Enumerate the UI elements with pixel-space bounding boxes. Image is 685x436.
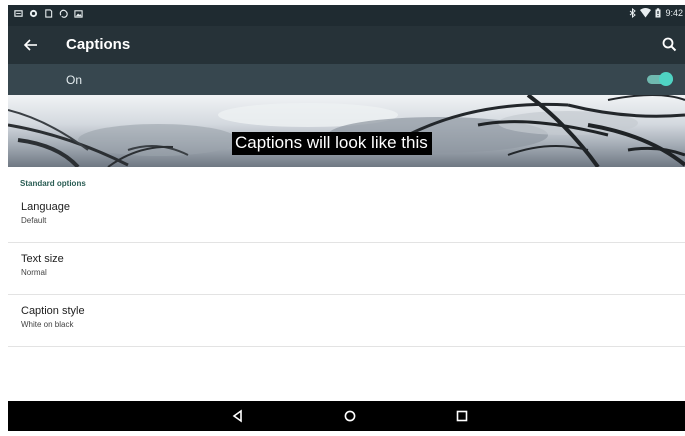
status-time: 9:42 <box>665 8 683 18</box>
record-icon <box>29 9 38 18</box>
sd-card-icon <box>45 9 53 18</box>
item-summary: White on black <box>21 320 74 329</box>
caption-style-setting[interactable]: Caption style White on black <box>8 295 685 347</box>
toggle-thumb <box>659 72 673 86</box>
item-summary: Normal <box>21 268 47 277</box>
recents-square-icon[interactable] <box>454 408 470 424</box>
bluetooth-icon <box>630 8 637 18</box>
back-triangle-icon[interactable] <box>230 408 246 424</box>
search-icon[interactable] <box>659 34 681 56</box>
status-system: 9:42 <box>629 8 683 18</box>
status-bar: 9:42 <box>8 5 685 26</box>
caption-preview: Captions will look like this <box>8 95 685 167</box>
item-summary: Default <box>21 216 47 225</box>
text-size-setting[interactable]: Text size Normal <box>8 243 685 295</box>
photo-icon <box>74 10 83 18</box>
item-title: Caption style <box>21 305 85 317</box>
status-notifications <box>14 9 83 18</box>
language-setting[interactable]: Language Default <box>8 191 685 243</box>
switch-label: On <box>66 73 83 87</box>
sync-icon <box>59 9 68 18</box>
caption-sample-text: Captions will look like this <box>232 132 432 155</box>
navigation-bar <box>8 401 685 431</box>
captions-master-switch[interactable]: On <box>8 64 685 95</box>
arrow-back-icon[interactable] <box>20 34 42 56</box>
section-header: Standard options <box>20 179 86 188</box>
home-circle-icon[interactable] <box>342 408 358 424</box>
screen: 9:42 Captions On Captions will look like… <box>8 5 685 431</box>
palm-trees-background <box>8 95 685 167</box>
captions-toggle[interactable] <box>647 72 673 86</box>
item-title: Language <box>21 201 70 213</box>
notification-icon <box>14 10 23 17</box>
battery-icon <box>655 8 661 18</box>
wifi-icon <box>640 8 652 18</box>
app-toolbar: Captions <box>8 26 685 64</box>
page-title: Captions <box>66 36 131 53</box>
item-title: Text size <box>21 253 64 265</box>
